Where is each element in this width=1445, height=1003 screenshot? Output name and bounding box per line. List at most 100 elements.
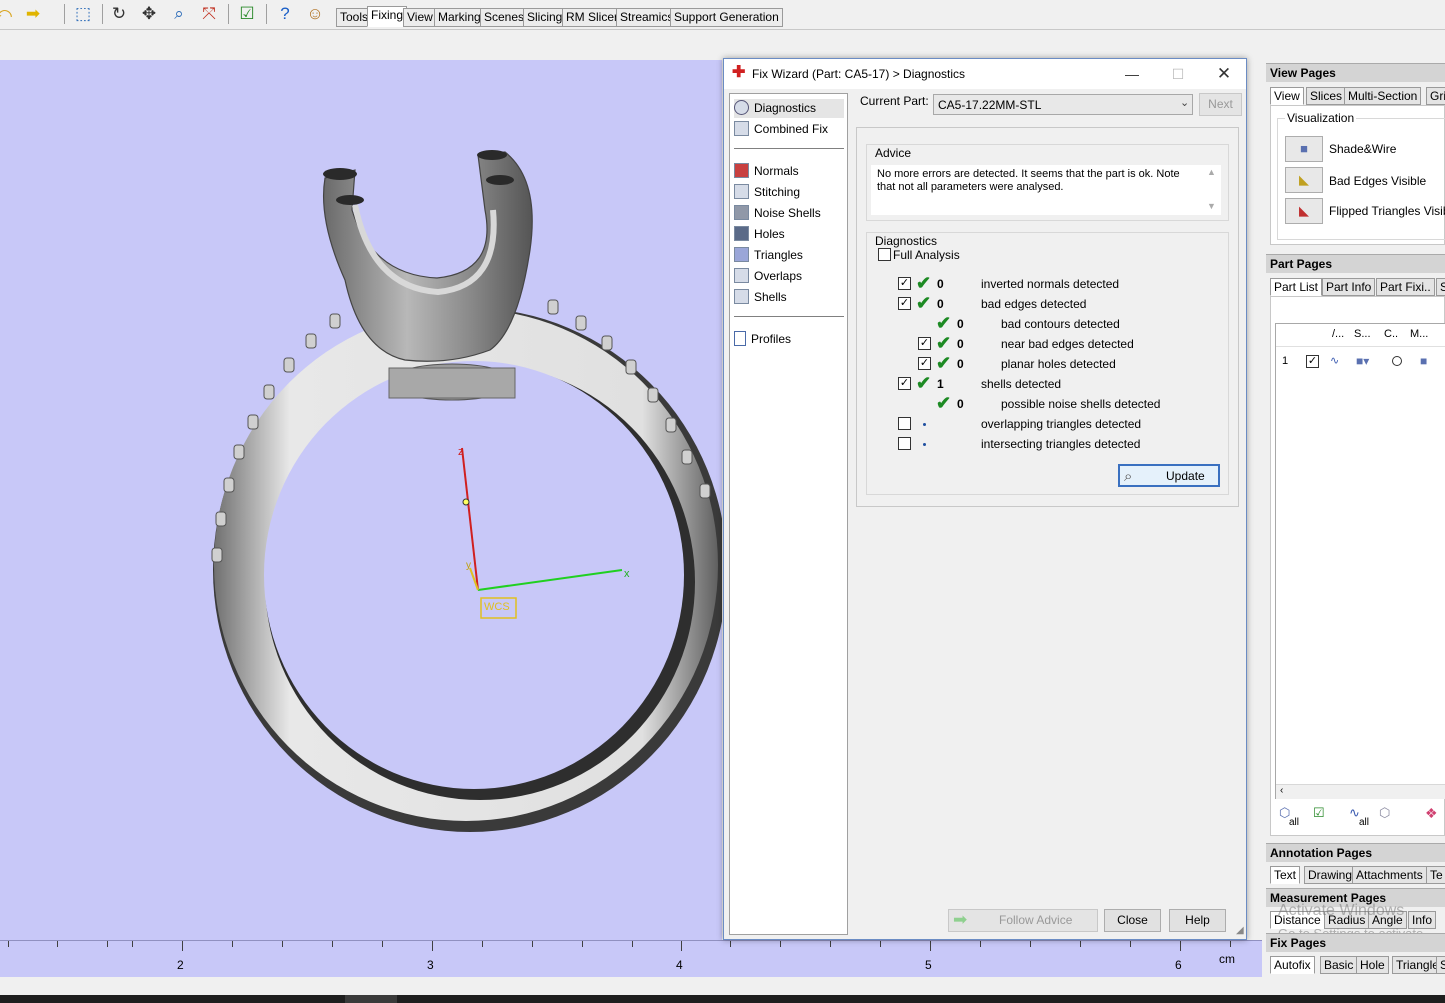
resize-grip-icon[interactable]: ◢ xyxy=(1236,925,1244,936)
tab-te[interactable]: Te xyxy=(1426,866,1445,884)
tab-streamics[interactable]: Streamics xyxy=(616,8,678,27)
magnifier-icon xyxy=(734,100,749,115)
tab-scenes[interactable]: Scenes xyxy=(480,8,529,27)
tab-grid[interactable]: Grid xyxy=(1426,87,1445,105)
tab-view-page[interactable]: View xyxy=(1270,87,1304,105)
diag-text: bad edges detected xyxy=(981,297,1087,311)
shells-checkbox[interactable]: ✓ xyxy=(898,377,911,390)
checklist-icon[interactable]: ☑ xyxy=(236,3,258,25)
close-icon[interactable]: ✕ xyxy=(1210,64,1238,84)
tab-marking[interactable]: Marking xyxy=(434,8,485,27)
redo-icon[interactable]: ➡ xyxy=(22,3,44,25)
tab-autofix[interactable]: Autofix xyxy=(1270,956,1315,974)
shade-wire-button[interactable]: ■ xyxy=(1285,136,1323,162)
holes-icon xyxy=(734,226,749,241)
tab-view[interactable]: View xyxy=(403,8,437,27)
part-color-icon[interactable]: ■ xyxy=(1420,354,1427,368)
fix-wizard-icon: ✚ xyxy=(732,64,746,81)
tab-part-fixing[interactable]: Part Fixi.. xyxy=(1376,278,1435,296)
flipped-triangles-button[interactable]: ◣ xyxy=(1285,198,1323,224)
shade-off-icon[interactable]: ⬡ xyxy=(1379,805,1390,821)
cube-icon[interactable]: ■▾ xyxy=(1356,354,1369,368)
select-part-icon[interactable]: ⬚ xyxy=(72,3,94,25)
tab-support-generation[interactable]: Support Generation xyxy=(670,8,783,27)
nav-holes[interactable]: Holes xyxy=(734,225,844,244)
near-bad-edges-checkbox[interactable]: ✓ xyxy=(918,337,931,350)
circle-icon[interactable] xyxy=(1392,356,1402,366)
part-visible-checkbox[interactable]: ✓ xyxy=(1306,355,1319,368)
view-pages-header[interactable]: View Pages xyxy=(1266,63,1445,82)
assistant-icon[interactable]: ☺ xyxy=(304,3,326,25)
col-header[interactable]: S... xyxy=(1354,328,1371,340)
3d-viewport[interactable]: z x y WCS xyxy=(0,60,722,940)
planar-holes-checkbox[interactable]: ✓ xyxy=(918,357,931,370)
advice-textbox[interactable]: No more errors are detected. It seems th… xyxy=(871,165,1221,215)
current-part-select[interactable]: CA5-17.22MM-STL ⌄ xyxy=(933,94,1193,115)
overlapping-triangles-checkbox[interactable] xyxy=(898,417,911,430)
annotation-pages-header[interactable]: Annotation Pages xyxy=(1266,843,1445,862)
zoom-fit-icon[interactable]: ⤧ xyxy=(198,3,220,25)
nav-label: Triangles xyxy=(754,248,803,262)
help-button[interactable]: Help xyxy=(1169,909,1226,932)
tab-part-info[interactable]: Part Info xyxy=(1322,278,1376,296)
ruler: 2 3 4 5 6 cm xyxy=(0,940,1262,977)
dialog-title: Fix Wizard (Part: CA5-17) > Diagnostics xyxy=(752,67,966,81)
tab-slicing[interactable]: Slicing xyxy=(523,8,567,27)
nav-diagnostics[interactable]: Diagnostics xyxy=(734,99,844,118)
pan-icon[interactable]: ✥ xyxy=(138,3,160,25)
help-icon[interactable]: ? xyxy=(274,3,296,25)
dialog-titlebar[interactable]: ✚ Fix Wizard (Part: CA5-17) > Diagnostic… xyxy=(724,59,1246,89)
wire-icon[interactable]: ∿ xyxy=(1330,354,1339,367)
scroll-up-icon[interactable]: ▲ xyxy=(1207,167,1216,177)
toggle-check-icon[interactable]: ☑ xyxy=(1313,805,1325,821)
follow-advice-button[interactable]: ➡ Follow Advice xyxy=(948,909,1098,932)
nav-noise-shells[interactable]: Noise Shells xyxy=(734,204,844,223)
full-analysis-checkbox[interactable] xyxy=(878,248,891,261)
tab-hole[interactable]: Hole xyxy=(1356,956,1389,974)
intersecting-triangles-checkbox[interactable] xyxy=(898,437,911,450)
diag-count: 1 xyxy=(937,377,944,391)
tab-fix-s[interactable]: S xyxy=(1436,956,1445,974)
tab-part-s[interactable]: S xyxy=(1436,278,1445,296)
zoom-icon[interactable]: ⌕ xyxy=(168,3,190,25)
bad-edges-checkbox[interactable]: ✓ xyxy=(898,297,911,310)
undo-icon[interactable]: ⤺ xyxy=(0,3,14,25)
col-header[interactable]: M... xyxy=(1410,328,1428,340)
ruler-label: 6 xyxy=(1175,958,1182,972)
tab-text[interactable]: Text xyxy=(1270,866,1301,884)
triangles-icon xyxy=(734,247,749,262)
chevron-left-icon[interactable]: ‹ xyxy=(1280,785,1283,796)
rotate-icon[interactable]: ↻ xyxy=(108,3,130,25)
tab-slices[interactable]: Slices xyxy=(1306,87,1347,105)
nav-normals[interactable]: Normals xyxy=(734,162,844,181)
scroll-down-icon[interactable]: ▼ xyxy=(1207,201,1216,211)
pending-dot-icon xyxy=(923,443,926,446)
nav-profiles[interactable]: Profiles xyxy=(734,330,844,349)
nav-combined-fix[interactable]: Combined Fix xyxy=(734,120,844,139)
part-pages-header[interactable]: Part Pages xyxy=(1266,254,1445,273)
next-button[interactable]: Next xyxy=(1199,93,1242,116)
col-header[interactable]: /... xyxy=(1332,328,1344,340)
right-panel: ▲ ▶ View Pages View Slices Multi-Section… xyxy=(1262,60,1445,977)
tab-attachments[interactable]: Attachments xyxy=(1352,866,1427,884)
update-button[interactable]: ⌕ Update xyxy=(1118,464,1220,487)
tab-fixing[interactable]: Fixing xyxy=(367,6,408,27)
tab-drawing[interactable]: Drawing xyxy=(1304,866,1357,884)
nav-triangles[interactable]: Triangles xyxy=(734,246,844,265)
col-header[interactable]: C.. xyxy=(1384,328,1398,340)
nav-overlaps[interactable]: Overlaps xyxy=(734,267,844,286)
bad-edges-visible-button[interactable]: ◣ xyxy=(1285,167,1323,193)
tab-multi-section[interactable]: Multi-Section xyxy=(1344,87,1422,105)
tab-basic[interactable]: Basic xyxy=(1320,956,1358,974)
inverted-normals-checkbox[interactable]: ✓ xyxy=(898,277,911,290)
tab-rm-slicer[interactable]: RM Slicer xyxy=(562,8,623,27)
close-button[interactable]: Close xyxy=(1104,909,1161,932)
tab-part-list[interactable]: Part List xyxy=(1270,278,1323,296)
nav-shells[interactable]: Shells xyxy=(734,288,844,307)
parts-color-icon[interactable]: ❖ xyxy=(1425,805,1438,822)
minimize-icon[interactable]: — xyxy=(1118,64,1146,84)
fix-pages-header[interactable]: Fix Pages xyxy=(1266,933,1445,952)
nav-stitching[interactable]: Stitching xyxy=(734,183,844,202)
horizontal-scrollbar[interactable]: ‹ xyxy=(1276,784,1445,799)
table-row[interactable]: 1 ✓ ∿ ■▾ ■ xyxy=(1276,354,1445,372)
